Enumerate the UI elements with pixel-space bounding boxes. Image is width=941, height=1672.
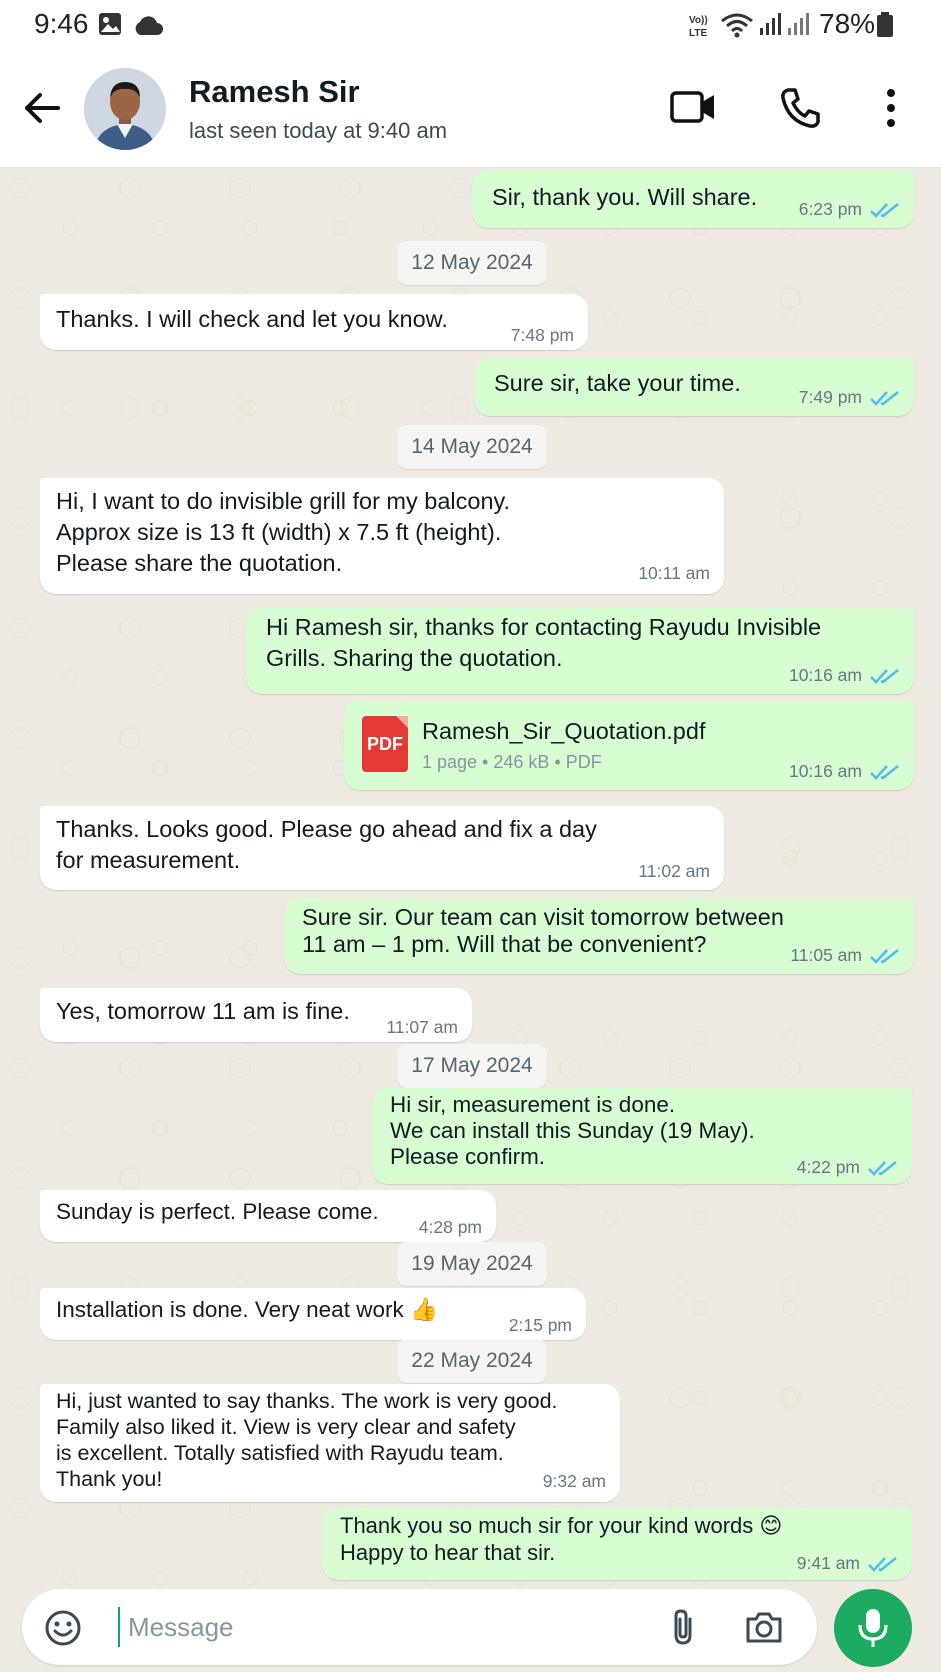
message-time: 9:32 am bbox=[542, 1471, 606, 1491]
svg-text:Vo)): Vo)) bbox=[689, 15, 708, 26]
message-text: Hi, I want to do invisible grill for my … bbox=[56, 488, 511, 576]
message-meta: 6:23 pm bbox=[799, 199, 900, 220]
chat-header: Ramesh Sir last seen today at 9:40 am bbox=[0, 52, 941, 168]
battery-icon bbox=[877, 12, 893, 37]
message-time: 10:16 am bbox=[789, 761, 862, 781]
date-separator: 12 May 2024 bbox=[397, 241, 547, 285]
message-input[interactable] bbox=[118, 1607, 608, 1647]
avatar[interactable] bbox=[84, 68, 166, 150]
contact-name[interactable]: Ramesh Sir bbox=[189, 74, 360, 110]
signal-icon bbox=[760, 13, 809, 35]
attach-icon[interactable] bbox=[668, 1607, 698, 1647]
message-text: Hi Ramesh sir, thanks for contacting Ray… bbox=[266, 614, 822, 671]
message-text: Installation is done. Very neat work 👍 bbox=[56, 1297, 438, 1322]
image-icon bbox=[99, 13, 121, 35]
double-tick-icon bbox=[868, 1556, 897, 1572]
wifi-icon bbox=[721, 13, 753, 38]
date-separator: 17 May 2024 bbox=[397, 1044, 547, 1088]
message-text: Sir, thank you. Will share. bbox=[492, 184, 758, 210]
message-time: 11:05 am bbox=[790, 945, 862, 965]
message-meta: 10:11 am bbox=[638, 563, 710, 584]
double-tick-icon bbox=[870, 390, 899, 406]
svg-text:LTE: LTE bbox=[689, 28, 707, 39]
status-bar: 9:46 Vo)) LTE 78% bbox=[0, 0, 941, 52]
double-tick-icon bbox=[868, 1160, 897, 1176]
message-text: Thanks. Looks good. Please go ahead and … bbox=[56, 816, 597, 873]
outgoing-message[interactable]: Sure sir, take your time. 7:49 pm bbox=[474, 358, 914, 416]
message-meta: 9:41 am bbox=[797, 1553, 898, 1574]
message-time: 11:07 am bbox=[386, 1017, 458, 1037]
message-time: 10:11 am bbox=[638, 563, 710, 583]
more-options-icon[interactable] bbox=[884, 88, 898, 128]
volte-icon: Vo)) LTE bbox=[689, 15, 708, 39]
message-time: 7:49 pm bbox=[798, 387, 862, 407]
message-time: 2:15 pm bbox=[508, 1315, 572, 1335]
incoming-message[interactable]: Yes, tomorrow 11 am is fine. 11:07 am bbox=[40, 988, 472, 1042]
chat-area[interactable]: Sir, thank you. Will share. 6:23 pm 12 M… bbox=[0, 168, 941, 1598]
mic-button[interactable] bbox=[834, 1589, 912, 1667]
message-meta: 11:05 am bbox=[790, 945, 900, 966]
outgoing-message[interactable]: Hi sir, measurement is done. We can inst… bbox=[372, 1088, 912, 1184]
message-meta: 4:22 pm bbox=[797, 1157, 898, 1178]
mic-icon bbox=[858, 1609, 888, 1647]
message-time: 6:23 pm bbox=[798, 199, 862, 219]
file-info: 1 page • 246 kB • PDF bbox=[422, 752, 602, 772]
double-tick-icon bbox=[870, 764, 899, 780]
message-text: Thanks. I will check and let you know. bbox=[56, 306, 448, 332]
double-tick-icon bbox=[870, 948, 899, 964]
incoming-message[interactable]: Hi, just wanted to say thanks. The work … bbox=[40, 1384, 620, 1502]
message-time: 9:41 am bbox=[796, 1553, 860, 1573]
message-meta: 7:48 pm bbox=[511, 325, 574, 346]
avatar-picture bbox=[84, 68, 166, 150]
status-time: 9:46 bbox=[34, 8, 89, 39]
date-separator: 14 May 2024 bbox=[397, 425, 547, 469]
outgoing-message[interactable]: Sir, thank you. Will share. 6:23 pm bbox=[472, 170, 914, 228]
message-meta: 10:16 am bbox=[789, 761, 900, 782]
back-arrow-icon[interactable] bbox=[22, 88, 62, 128]
date-separator: 19 May 2024 bbox=[397, 1242, 547, 1286]
message-time: 4:22 pm bbox=[796, 1157, 860, 1177]
message-text: Sure sir, take your time. bbox=[494, 370, 741, 396]
message-meta: 11:07 am bbox=[386, 1017, 458, 1038]
message-time: 11:02 am bbox=[638, 861, 710, 881]
message-meta: 11:02 am bbox=[638, 861, 710, 882]
message-meta: 10:16 am bbox=[789, 665, 900, 686]
outgoing-message[interactable]: Hi Ramesh sir, thanks for contacting Ray… bbox=[246, 608, 914, 694]
message-meta: 2:15 pm bbox=[509, 1315, 572, 1336]
incoming-message[interactable]: Thanks. I will check and let you know. 7… bbox=[40, 294, 588, 350]
message-text: Yes, tomorrow 11 am is fine. bbox=[56, 998, 350, 1024]
voice-call-icon[interactable] bbox=[778, 86, 822, 130]
message-meta: 4:28 pm bbox=[419, 1217, 482, 1238]
camera-icon[interactable] bbox=[744, 1609, 784, 1645]
message-time: 4:28 pm bbox=[418, 1217, 482, 1237]
cloud-icon bbox=[135, 16, 163, 35]
message-text: Sure sir. Our team can visit tomorrow be… bbox=[302, 904, 784, 957]
incoming-message[interactable]: Sunday is perfect. Please come. 4:28 pm bbox=[40, 1190, 496, 1242]
double-tick-icon bbox=[870, 202, 899, 218]
video-call-icon[interactable] bbox=[670, 88, 716, 126]
message-text: Hi, just wanted to say thanks. The work … bbox=[56, 1389, 558, 1491]
emoji-icon[interactable] bbox=[44, 1609, 82, 1647]
message-time: 7:48 pm bbox=[510, 325, 574, 345]
outgoing-message[interactable]: Thank you so much sir for your kind word… bbox=[322, 1508, 912, 1580]
message-text: Thank you so much sir for your kind word… bbox=[340, 1513, 783, 1565]
message-text: Sunday is perfect. Please come. bbox=[56, 1199, 379, 1224]
incoming-message[interactable]: Hi, I want to do invisible grill for my … bbox=[40, 478, 724, 594]
date-separator: 22 May 2024 bbox=[397, 1339, 547, 1383]
file-message[interactable]: PDF Ramesh_Sir_Quotation.pdf 1 page • 24… bbox=[344, 700, 914, 790]
outgoing-message[interactable]: Sure sir. Our team can visit tomorrow be… bbox=[284, 898, 914, 974]
last-seen-status: last seen today at 9:40 am bbox=[189, 118, 448, 143]
double-tick-icon bbox=[870, 668, 899, 684]
message-meta: 9:32 am bbox=[543, 1471, 606, 1492]
battery-percentage: 78% bbox=[819, 8, 876, 39]
pdf-icon: PDF bbox=[362, 716, 408, 772]
message-text: Hi sir, measurement is done. We can inst… bbox=[390, 1092, 755, 1169]
incoming-message[interactable]: Thanks. Looks good. Please go ahead and … bbox=[40, 806, 724, 890]
file-name: Ramesh_Sir_Quotation.pdf bbox=[422, 718, 706, 744]
message-time: 10:16 am bbox=[789, 665, 862, 685]
message-meta: 7:49 pm bbox=[799, 387, 900, 408]
message-composer bbox=[22, 1589, 817, 1665]
incoming-message[interactable]: Installation is done. Very neat work 👍 2… bbox=[40, 1288, 586, 1340]
